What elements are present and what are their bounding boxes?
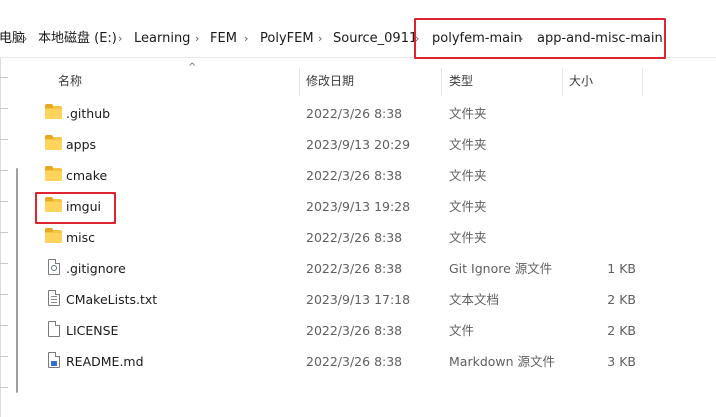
chevron-right-icon[interactable]: ›: [23, 20, 27, 58]
nav-item-marker: [0, 294, 8, 295]
folder-icon: [45, 166, 62, 182]
list-item[interactable]: .gitignore 2022/3/26 8:38 Git Ignore 源文件…: [18, 253, 716, 284]
list-item[interactable]: .github 2022/3/26 8:38 文件夹: [18, 98, 716, 129]
sort-ascending-icon: ^: [188, 62, 197, 73]
column-header: ^ 名称 修改日期 类型 大小: [18, 62, 716, 98]
file-date: 2022/3/26 8:38: [306, 261, 403, 276]
breadcrumb-item-computer[interactable]: 电脑: [0, 20, 25, 58]
file-size: 2 KB: [607, 323, 636, 338]
file-size: [576, 160, 636, 191]
markdown-file-icon: [45, 352, 62, 368]
list-item[interactable]: CMakeLists.txt 2023/9/13 17:18 文本文档 2 KB: [18, 284, 716, 315]
file-type: 文件夹: [449, 168, 487, 183]
column-divider[interactable]: [562, 68, 563, 96]
file-size: [576, 222, 636, 253]
file-type: Git Ignore 源文件: [449, 261, 553, 276]
file-name: cmake: [66, 168, 108, 183]
file-name: misc: [66, 230, 96, 245]
breadcrumb-item-polyfem[interactable]: PolyFEM: [260, 20, 314, 58]
list-item[interactable]: imgui 2023/9/13 19:28 文件夹: [18, 191, 716, 222]
chevron-right-icon[interactable]: ›: [519, 20, 523, 58]
breadcrumb: 电脑 › 本地磁盘 (E:) › Learning › FEM › PolyFE…: [0, 20, 716, 58]
file-name: imgui: [66, 199, 101, 214]
file-name: .gitignore: [66, 261, 126, 276]
nav-item-marker: [0, 232, 8, 233]
nav-item-marker: [0, 170, 8, 171]
nav-item-marker: [0, 201, 8, 202]
list-item[interactable]: apps 2023/9/13 20:29 文件夹: [18, 129, 716, 160]
file-date: 2022/3/26 8:38: [306, 354, 403, 369]
navigation-pane-divider: [0, 58, 1, 417]
nav-item-marker: [0, 77, 8, 78]
file-size: [576, 98, 636, 129]
file-size: 3 KB: [607, 354, 636, 369]
nav-item-marker: [0, 139, 8, 140]
nav-item-marker: [0, 356, 8, 357]
chevron-right-icon[interactable]: ›: [244, 20, 248, 58]
folder-icon: [45, 135, 62, 151]
chevron-right-icon[interactable]: ›: [195, 20, 199, 58]
breadcrumb-item-fem[interactable]: FEM: [210, 20, 237, 58]
column-type[interactable]: 类型: [449, 66, 473, 96]
column-divider[interactable]: [441, 68, 442, 96]
folder-icon: [45, 228, 62, 244]
file-type: 文本文档: [449, 292, 500, 307]
file-date: 2022/3/26 8:38: [306, 323, 403, 338]
chevron-right-icon[interactable]: ›: [415, 20, 419, 58]
file-date: 2022/3/26 8:38: [306, 230, 403, 245]
file-size: [576, 129, 636, 160]
chevron-right-icon[interactable]: ›: [318, 20, 322, 58]
file-date: 2022/3/26 8:38: [306, 168, 403, 183]
text-file-icon: [45, 290, 62, 306]
breadcrumb-item-learning[interactable]: Learning: [134, 20, 190, 58]
file-name: CMakeLists.txt: [66, 292, 158, 307]
column-divider[interactable]: [299, 68, 300, 96]
column-size[interactable]: 大小: [569, 66, 593, 96]
list-item[interactable]: README.md 2022/3/26 8:38 Markdown 源文件 3 …: [18, 346, 716, 377]
breadcrumb-item-polyfem-main[interactable]: polyfem-main: [432, 20, 522, 58]
file-size: 2 KB: [607, 292, 636, 307]
settings-file-icon: [45, 259, 62, 275]
file-date: 2023/9/13 17:18: [306, 292, 411, 307]
file-date: 2023/9/13 20:29: [306, 137, 411, 152]
breadcrumb-item-source[interactable]: Source_0911: [333, 20, 417, 58]
file-name: README.md: [66, 354, 144, 369]
chevron-right-icon[interactable]: ›: [118, 20, 122, 58]
list-item[interactable]: cmake 2022/3/26 8:38 文件夹: [18, 160, 716, 191]
file-name: .github: [66, 106, 111, 121]
folder-icon: [45, 197, 62, 213]
file-date: 2022/3/26 8:38: [306, 106, 403, 121]
column-divider[interactable]: [642, 68, 643, 96]
file-type: 文件夹: [449, 230, 487, 245]
file-name: apps: [66, 137, 97, 152]
nav-item-marker: [0, 387, 8, 388]
breadcrumb-item-app-and-misc-main[interactable]: app-and-misc-main: [537, 20, 663, 58]
list-item[interactable]: LICENSE 2022/3/26 8:38 文件 2 KB: [18, 315, 716, 346]
column-date[interactable]: 修改日期: [306, 66, 354, 96]
file-name: LICENSE: [66, 323, 119, 338]
nav-item-marker: [0, 108, 8, 109]
list-item[interactable]: misc 2022/3/26 8:38 文件夹: [18, 222, 716, 253]
file-type: 文件夹: [449, 137, 487, 152]
breadcrumb-item-drive[interactable]: 本地磁盘 (E:): [38, 20, 117, 58]
file-type: 文件: [449, 323, 475, 338]
column-name[interactable]: 名称: [58, 66, 82, 96]
nav-item-marker: [0, 263, 8, 264]
file-type: 文件夹: [449, 106, 487, 121]
file-date: 2023/9/13 19:28: [306, 199, 411, 214]
folder-icon: [45, 104, 62, 120]
file-size: 1 KB: [607, 261, 636, 276]
file-icon: [45, 321, 62, 337]
file-type: Markdown 源文件: [449, 354, 556, 369]
file-size: [576, 191, 636, 222]
file-type: 文件夹: [449, 199, 487, 214]
nav-item-marker: [0, 325, 8, 326]
